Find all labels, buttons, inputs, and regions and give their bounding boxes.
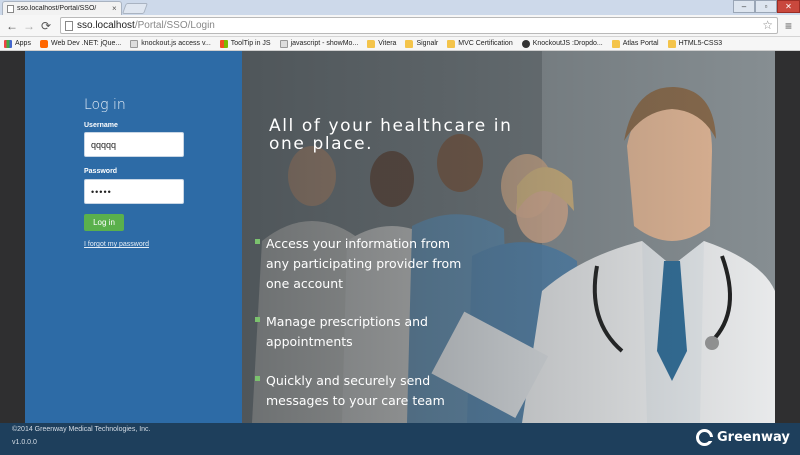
browser-toolbar: ← → ⟳ sso.localhost/Portal/SSO/Login ☆ ≡ xyxy=(0,15,800,37)
bookmarks-bar: Apps Web Dev .NET: jQue... knockout.js acc… xyxy=(0,37,800,51)
bookmark-label: Apps xyxy=(15,40,31,47)
bookmark-star-icon[interactable]: ☆ xyxy=(762,18,773,32)
bookmark-item[interactable]: MVC Certification xyxy=(447,39,513,48)
bullet-square-icon xyxy=(255,317,260,322)
back-arrow-icon[interactable]: ← xyxy=(6,19,18,33)
url-text: sso.localhost/Portal/SSO/Login xyxy=(77,20,215,31)
bookmark-item[interactable]: Apps xyxy=(4,39,31,48)
bookmark-label: HTML5-CSS3 xyxy=(678,40,723,47)
forward-arrow-icon[interactable]: → xyxy=(23,19,35,33)
tab-strip: sso.localhost/Portal/SSO/ × – ▫ ✕ xyxy=(0,0,800,15)
page-icon xyxy=(279,39,288,48)
bookmark-label: Web Dev .NET: jQue... xyxy=(50,40,122,47)
new-tab-button[interactable] xyxy=(121,3,149,14)
blogger-icon xyxy=(39,39,48,48)
brand-name: Greenway xyxy=(717,430,790,445)
login-panel: Log in Username Password Log in I forgot… xyxy=(25,51,242,423)
reload-icon[interactable]: ⟳ xyxy=(41,19,51,33)
folder-icon xyxy=(447,39,456,48)
bookmark-label: javascript - showMo... xyxy=(290,40,359,47)
copyright-text: ©2014 Greenway Medical Technologies, Inc… xyxy=(12,426,151,433)
login-button[interactable]: Log in xyxy=(84,214,124,231)
menu-icon[interactable]: ≡ xyxy=(785,19,792,33)
hero-headline: All of your healthcare in one place. xyxy=(269,116,513,154)
bullet-square-icon xyxy=(255,239,260,244)
brand-logo: Greenway xyxy=(696,429,790,446)
bookmark-item[interactable]: Signalr xyxy=(405,39,439,48)
forgot-password-link[interactable]: I forgot my password xyxy=(84,241,149,248)
username-label: Username xyxy=(84,122,118,129)
bookmark-item[interactable]: javascript - showMo... xyxy=(279,39,359,48)
bookmark-item[interactable]: KnockoutJS :Dropdo... xyxy=(521,39,603,48)
page-icon xyxy=(65,20,73,31)
bookmark-label: Signalr xyxy=(416,40,439,47)
password-input[interactable] xyxy=(84,179,184,204)
tab-title: sso.localhost/Portal/SSO/ xyxy=(17,5,97,12)
feature-bullet: Access your information from any partici… xyxy=(255,234,475,294)
folder-icon xyxy=(667,39,676,48)
window-close-button[interactable]: ✕ xyxy=(777,0,800,13)
bookmark-item[interactable]: Atlas Portal xyxy=(611,39,659,48)
github-icon xyxy=(521,39,530,48)
hero-panel: All of your healthcare in one place. Acc… xyxy=(242,51,775,423)
bookmark-label: Vitera xyxy=(378,40,397,47)
bookmark-item[interactable]: ToolTip in JS xyxy=(219,39,271,48)
footer: ©2014 Greenway Medical Technologies, Inc… xyxy=(0,423,800,455)
folder-icon xyxy=(405,39,414,48)
page-icon xyxy=(130,39,139,48)
address-bar[interactable]: sso.localhost/Portal/SSO/Login ☆ xyxy=(60,17,778,34)
page: Log in Username Password Log in I forgot… xyxy=(0,51,800,455)
bookmark-item[interactable]: knockout.js access v... xyxy=(130,39,211,48)
browser-tab[interactable]: sso.localhost/Portal/SSO/ × xyxy=(2,1,122,15)
close-tab-icon[interactable]: × xyxy=(112,4,117,13)
bookmark-label: knockout.js access v... xyxy=(141,40,211,47)
folder-icon xyxy=(367,39,376,48)
page-favicon-icon xyxy=(7,4,14,13)
folder-icon xyxy=(611,39,620,48)
username-input[interactable] xyxy=(84,132,184,157)
minimize-button[interactable]: – xyxy=(733,0,755,13)
microsoft-icon xyxy=(219,39,228,48)
bookmark-label: MVC Certification xyxy=(458,40,513,47)
greenway-logo-icon xyxy=(696,429,713,446)
bookmark-item[interactable]: Vitera xyxy=(367,39,397,48)
feature-bullet: Quickly and securely send messages to yo… xyxy=(255,371,475,411)
bookmark-item[interactable]: HTML5-CSS3 xyxy=(667,39,723,48)
feature-bullet: Manage prescriptions and appointments xyxy=(255,312,475,352)
password-label: Password xyxy=(84,168,118,175)
bookmark-label: ToolTip in JS xyxy=(230,40,271,47)
bookmark-item[interactable]: Web Dev .NET: jQue... xyxy=(39,39,122,48)
bookmark-label: KnockoutJS :Dropdo... xyxy=(532,40,603,47)
login-title: Log in xyxy=(84,97,126,113)
login-stage: Log in Username Password Log in I forgot… xyxy=(25,51,775,423)
version-text: v1.0.0.0 xyxy=(12,439,37,446)
maximize-button[interactable]: ▫ xyxy=(755,0,777,13)
bookmark-label: Atlas Portal xyxy=(622,40,659,47)
apps-icon xyxy=(4,39,12,48)
bullet-square-icon xyxy=(255,376,260,381)
